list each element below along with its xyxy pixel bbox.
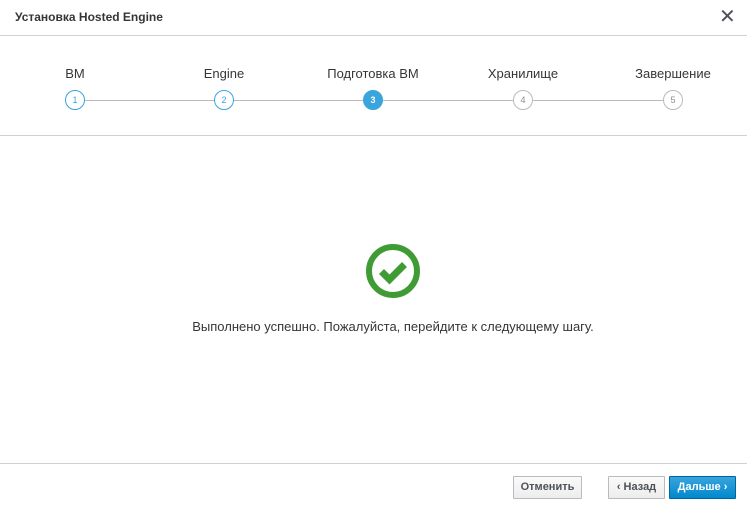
close-icon[interactable]: ✕ (719, 7, 736, 27)
cancel-button[interactable]: Отменить (513, 476, 582, 499)
check-circle-icon (366, 244, 420, 298)
step-vm[interactable]: ВМ 1 (5, 36, 145, 136)
step-finish: Завершение 5 (603, 36, 743, 136)
chevron-right-icon: › (723, 481, 728, 493)
step-label: Завершение (635, 66, 711, 81)
step-number-badge: 3 (363, 90, 383, 110)
step-storage: Хранилище 4 (453, 36, 593, 136)
dialog-header: Установка Hosted Engine ✕ (0, 0, 747, 36)
chevron-left-icon: ‹ (616, 481, 621, 493)
step-number-badge: 4 (513, 90, 533, 110)
wizard-steps: ВМ 1 Engine 2 Подготовка ВМ 3 Хранилище … (0, 36, 747, 136)
step-label: Engine (203, 66, 245, 81)
step-engine[interactable]: Engine 2 (154, 36, 294, 136)
step-number-badge: 1 (65, 90, 85, 110)
dialog-title: Установка Hosted Engine (15, 10, 163, 24)
status-message: Выполнено успешно. Пожалуйста, перейдите… (192, 319, 594, 334)
step-vm-preparation[interactable]: Подготовка ВМ 3 (303, 36, 443, 136)
next-button[interactable]: Дальше › (669, 476, 736, 499)
step-label: ВМ (65, 66, 85, 81)
back-button-label: Назад (623, 481, 657, 493)
step-label: Хранилище (487, 66, 559, 81)
step-number-badge: 5 (663, 90, 683, 110)
next-button-label: Дальше (677, 481, 721, 493)
wizard-content: Выполнено успешно. Пожалуйста, перейдите… (0, 136, 747, 463)
step-label: Подготовка ВМ (327, 66, 419, 81)
cancel-button-label: Отменить (520, 481, 575, 493)
hosted-engine-wizard-dialog: Установка Hosted Engine ✕ ВМ 1 Engine 2 … (0, 0, 747, 509)
step-number-badge: 2 (214, 90, 234, 110)
back-button[interactable]: ‹ Назад (608, 476, 665, 499)
dialog-footer: Отменить ‹ Назад Дальше › (0, 463, 747, 509)
